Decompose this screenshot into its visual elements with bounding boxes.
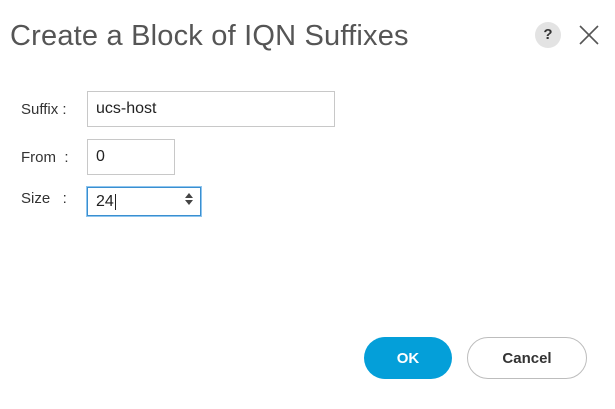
create-iqn-suffix-block-dialog: Create a Block of IQN Suffixes ? Suffix … (0, 0, 615, 409)
help-icon[interactable]: ? (535, 22, 561, 48)
from-label: From : (21, 149, 69, 166)
cancel-button[interactable]: Cancel (467, 337, 587, 379)
dialog-title: Create a Block of IQN Suffixes (10, 20, 409, 52)
suffix-label: Suffix : (21, 101, 67, 118)
text-caret (114, 193, 116, 210)
ok-button[interactable]: OK (364, 337, 452, 379)
close-icon[interactable] (576, 22, 602, 48)
size-input-value: 24 (96, 192, 114, 210)
size-label: Size : (21, 190, 67, 207)
suffix-input[interactable]: ucs-host (87, 91, 335, 127)
suffix-input-value: ucs-host (96, 100, 157, 117)
size-spinner-input[interactable]: 24 (87, 187, 201, 216)
spinner-arrows-icon[interactable] (184, 192, 194, 206)
from-input[interactable]: 0 (87, 139, 175, 175)
from-input-value: 0 (96, 148, 105, 165)
